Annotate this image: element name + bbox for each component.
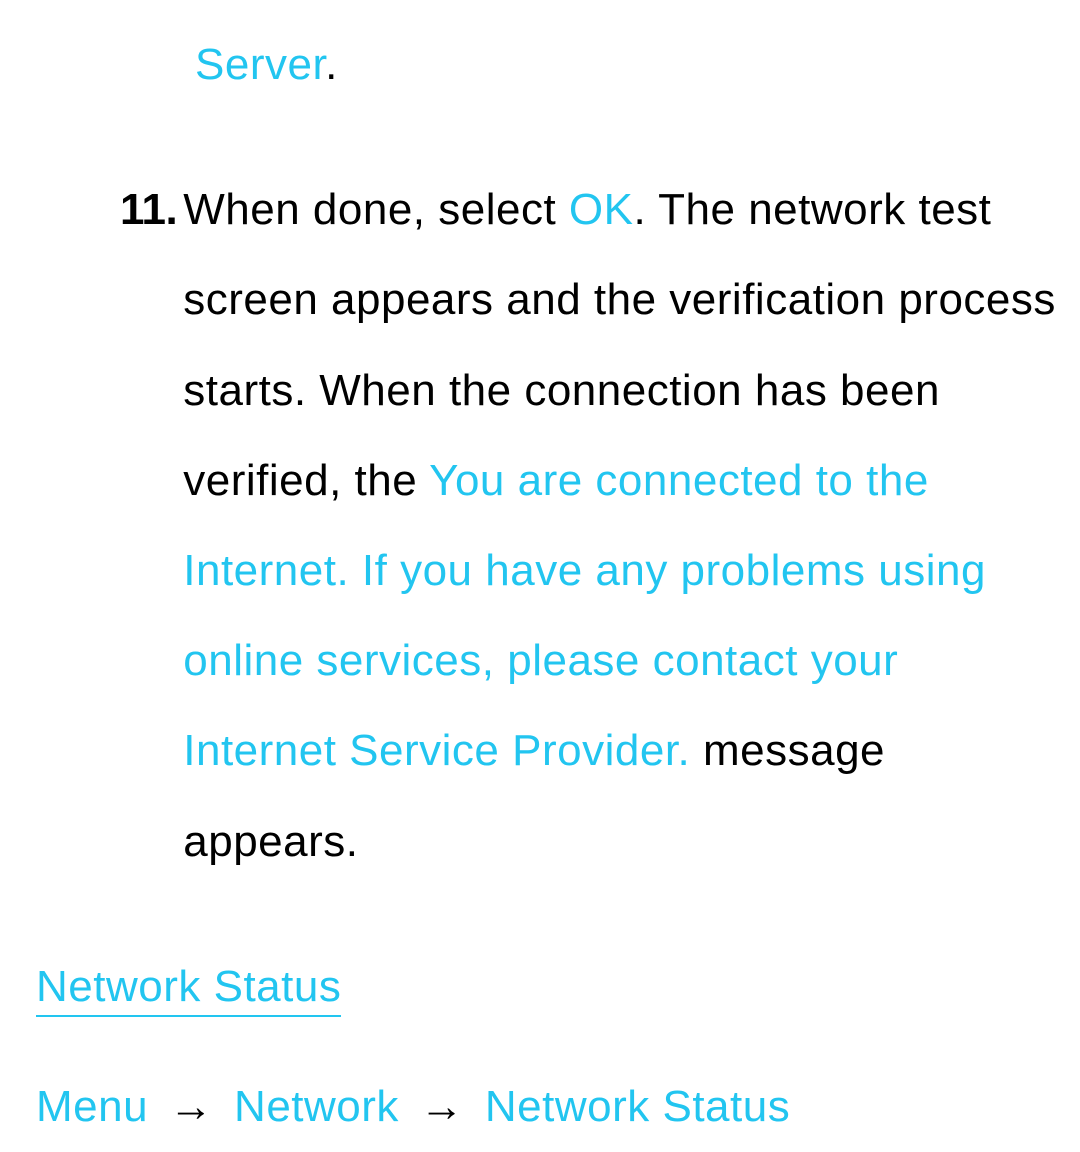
server-label: Server [195, 40, 325, 89]
step-11: 11. When done, select OK. The network te… [120, 165, 1060, 887]
nav-network-status: Network Status [485, 1082, 790, 1131]
nav-network: Network [234, 1082, 399, 1131]
nav-menu: Menu [36, 1082, 148, 1131]
nav-path: Menu → Network → Network Status [36, 1062, 1060, 1152]
step-number: 11. [120, 165, 177, 887]
arrow-icon: → [420, 1082, 465, 1131]
step-content: When done, select OK. The network test s… [183, 165, 1060, 887]
arrow-icon: → [169, 1082, 214, 1131]
section-heading-network-status: Network Status [36, 958, 341, 1017]
partial-prev-line: Server. [195, 20, 1060, 110]
ok-label: OK [569, 185, 634, 234]
server-period: . [325, 40, 338, 89]
text-before-ok: When done, select [183, 185, 569, 234]
